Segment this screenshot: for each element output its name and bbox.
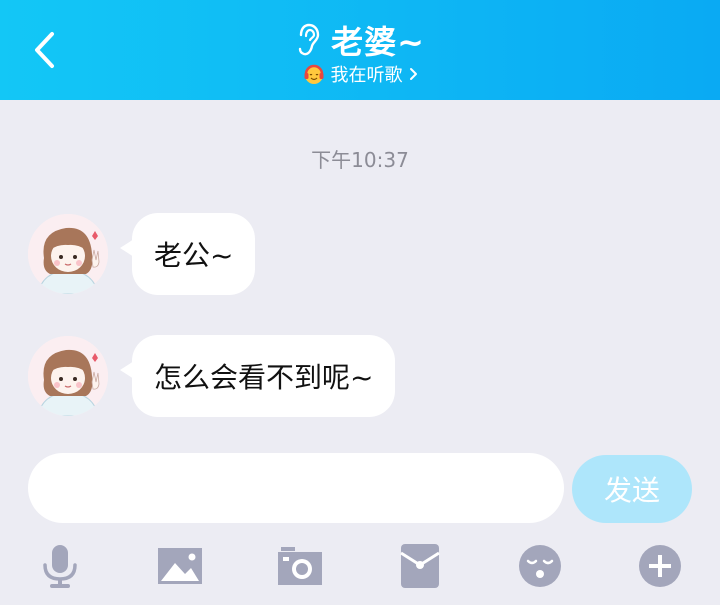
message-text: 老公~	[132, 213, 256, 295]
message-input[interactable]	[28, 453, 564, 523]
plus-icon	[639, 545, 681, 587]
emoji-button[interactable]	[514, 540, 566, 592]
message-text: 怎么会看不到呢~	[132, 335, 396, 417]
avatar[interactable]	[28, 336, 108, 416]
page-title: 老婆~	[331, 23, 425, 61]
microphone-icon	[43, 545, 77, 588]
status-row: 我在听歌	[0, 60, 720, 88]
title-row: 老婆~	[0, 18, 720, 62]
message-bubble[interactable]: 怎么会看不到呢~	[120, 335, 396, 417]
bottom-toolbar	[0, 540, 720, 592]
camera-icon	[278, 547, 322, 585]
send-button[interactable]: 发送	[572, 455, 692, 523]
message-timestamp: 下午10:37	[311, 148, 409, 172]
voice-button[interactable]	[34, 540, 86, 592]
listening-status-link[interactable]: 我在听歌	[303, 61, 418, 87]
red-packet-button[interactable]	[394, 540, 446, 592]
ear-icon	[298, 23, 320, 56]
message-bubble[interactable]: 老公~	[120, 213, 256, 295]
status-text: 我在听歌	[330, 65, 403, 86]
chat-header: 老婆~ 我在听歌	[0, 0, 720, 100]
message-row: 怎么会看不到呢~	[28, 335, 396, 417]
red-packet-icon	[400, 544, 440, 588]
avatar[interactable]	[28, 214, 108, 294]
music-emoji-icon	[304, 64, 323, 84]
avatar-illustration-icon	[28, 214, 108, 294]
image-icon	[158, 548, 202, 584]
message-row: 老公~	[28, 213, 256, 295]
photo-button[interactable]	[154, 540, 206, 592]
more-button[interactable]	[634, 540, 686, 592]
avatar-illustration-icon	[28, 336, 108, 416]
chevron-right-icon	[409, 68, 417, 80]
emoji-icon	[519, 545, 561, 587]
camera-button[interactable]	[274, 540, 326, 592]
